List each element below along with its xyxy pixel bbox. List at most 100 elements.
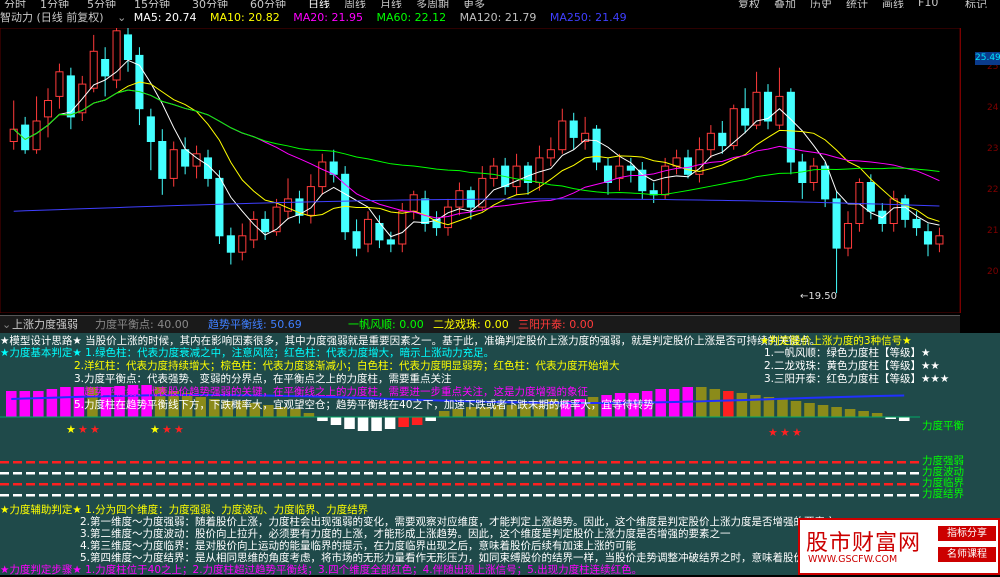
dimension-dash — [663, 461, 672, 464]
toolbar-button-6[interactable]: 标记 — [965, 0, 987, 8]
dimension-dash — [676, 494, 685, 497]
candlestick-chart[interactable]: ↖26.42←19.50 — [0, 28, 960, 313]
dimension-dash — [338, 461, 347, 464]
dimension-dash — [260, 472, 269, 475]
dimension-dash — [559, 483, 568, 486]
dimension-dash — [299, 472, 308, 475]
toolbar-button-2[interactable]: 历史 — [810, 0, 832, 8]
candle — [603, 165, 613, 184]
dimension-dash — [130, 494, 139, 497]
dimension-dash — [871, 494, 880, 497]
dimension-dash — [468, 461, 477, 464]
dimension-dash — [312, 472, 321, 475]
dimension-dash — [507, 472, 516, 475]
period-tab-3[interactable]: 15分钟 — [134, 0, 170, 8]
strength-bar — [317, 417, 328, 421]
judgement-steps: ★力度判定步骤★ 1.力度柱位于40之上；2.力度柱超过趋势平衡线；3.四个维度… — [0, 564, 643, 576]
period-tab-5[interactable]: 60分钟 — [250, 0, 286, 8]
dimension-dash — [169, 472, 178, 475]
dimension-dash — [208, 494, 217, 497]
toolbar-button-3[interactable]: 统计 — [846, 0, 868, 8]
dimension-dash — [468, 494, 477, 497]
settings-chevron-icon[interactable]: ⌄ — [117, 11, 126, 24]
strength-bar — [777, 399, 788, 417]
dimension-dash — [702, 472, 711, 475]
dimension-dash — [832, 494, 841, 497]
candle — [912, 218, 921, 229]
candle — [843, 223, 853, 249]
dimension-dash — [104, 461, 113, 464]
signal-star: ★ — [174, 423, 184, 436]
dimension-dash — [507, 494, 516, 497]
dimension-dash — [507, 483, 516, 486]
dimension-dash — [429, 461, 438, 464]
dimension-dash — [741, 494, 750, 497]
dimension-dash — [819, 483, 828, 486]
strength-bar — [330, 417, 342, 425]
candle — [112, 30, 121, 81]
dimension-dash — [754, 494, 763, 497]
dimension-dash — [520, 461, 529, 464]
candle — [55, 71, 64, 97]
period-tab-2[interactable]: 5分钟 — [87, 0, 116, 8]
period-tab-7[interactable]: 周线 — [344, 0, 366, 8]
dimension-dash — [455, 461, 464, 464]
dimension-dash — [39, 483, 48, 486]
dimension-dash — [416, 472, 425, 475]
ma-legend-bar: 智动力 (日线 前复权) ⌄ MA5: 20.74 MA10: 20.82 MA… — [0, 9, 960, 27]
toolbar-button-0[interactable]: 复权 — [738, 0, 760, 8]
dimension-dash — [260, 494, 269, 497]
period-tab-10[interactable]: 更多 — [463, 0, 485, 8]
dimension-dash — [208, 461, 217, 464]
dash-label-boundary: 力度结界 — [922, 488, 964, 500]
dimension-dash — [481, 494, 490, 497]
dimension-dash — [884, 494, 893, 497]
dimension-dash — [780, 461, 789, 464]
period-tab-1[interactable]: 1分钟 — [40, 0, 69, 8]
candle — [569, 120, 578, 138]
dimension-dash — [780, 483, 789, 486]
dimension-dash — [455, 483, 464, 486]
dimension-dash — [169, 483, 178, 486]
dragon-value: 二龙戏珠: 0.00 — [433, 318, 509, 331]
dimension-dash — [182, 472, 191, 475]
signal-1: 1.一帆风顺：绿色力度柱【等级】★ — [764, 347, 931, 359]
dimension-dash — [845, 461, 854, 464]
dimension-dash — [650, 483, 659, 486]
toolbar-button-5[interactable]: F10 — [918, 0, 938, 8]
dimension-dash — [390, 461, 399, 464]
period-tab-9[interactable]: 多周期 — [416, 0, 449, 8]
dimension-dash — [611, 461, 620, 464]
dimension-dash — [273, 472, 282, 475]
period-tab-8[interactable]: 月线 — [380, 0, 402, 8]
strength-bar — [871, 413, 883, 417]
dimension-dash — [286, 472, 295, 475]
signal-3: 3.三阳开泰：红色力度柱【等级】★★★ — [764, 373, 950, 385]
dimension-dash — [52, 461, 61, 464]
dimension-dash — [403, 483, 412, 486]
dimension-dash — [637, 494, 646, 497]
dimension-dash — [871, 472, 880, 475]
dimension-dash — [520, 483, 529, 486]
signal-2: 2.二龙戏珠：黄色力度柱【等级】★★ — [764, 360, 940, 372]
dimension-dash — [429, 472, 438, 475]
dimension-dash — [195, 483, 204, 486]
dimension-dash — [0, 494, 9, 497]
indicator-chevron-icon[interactable]: ⌄ — [2, 316, 11, 333]
dimension-dash — [0, 483, 9, 486]
toolbar-button-4[interactable]: 画线 — [882, 0, 904, 8]
candle — [615, 165, 624, 179]
dimension-dash — [104, 472, 113, 475]
period-tab-0[interactable]: 分时 — [4, 0, 26, 8]
dimension-dash — [195, 472, 204, 475]
dimension-dash — [442, 483, 451, 486]
dimension-dash — [65, 483, 74, 486]
dimension-dash — [195, 494, 204, 497]
dimension-dash — [806, 483, 815, 486]
dimension-dash — [416, 461, 425, 464]
dimension-dash — [377, 472, 386, 475]
toolbar-button-1[interactable]: 叠加 — [774, 0, 796, 8]
period-tab-4[interactable]: 30分钟 — [192, 0, 228, 8]
dimension-dash — [52, 472, 61, 475]
period-tab-6[interactable]: 日线 — [308, 0, 330, 8]
